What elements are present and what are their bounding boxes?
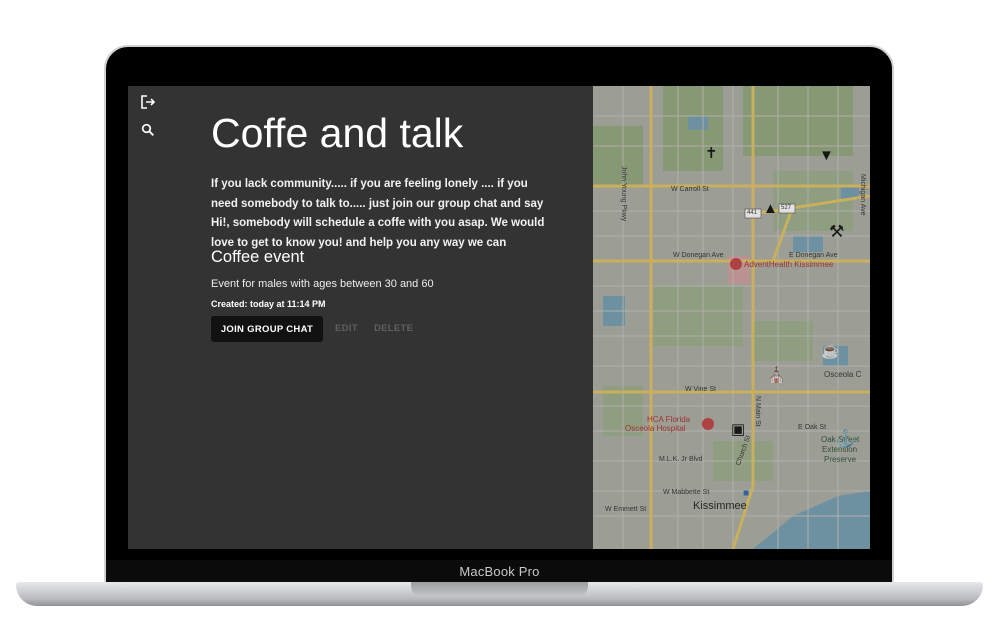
delete-button[interactable]: DELETE <box>374 323 413 334</box>
event-group-description: If you lack community..... if you are fe… <box>211 178 545 249</box>
event-panel: Coffe and talk If you lack community....… <box>128 86 593 549</box>
edit-button[interactable]: EDIT <box>335 323 358 334</box>
map-overlay <box>593 86 870 549</box>
search-icon[interactable] <box>140 122 156 138</box>
logout-icon[interactable] <box>140 94 156 110</box>
join-group-chat-button[interactable]: JOIN GROUP CHAT <box>211 316 323 342</box>
created-timestamp: Created: today at 11:14 PM <box>211 299 326 309</box>
page-title: Coffe and talk <box>211 110 464 156</box>
event-description: Event for males with ages between 30 and… <box>211 278 434 290</box>
laptop-notch <box>411 582 588 596</box>
event-title: Coffee event <box>211 248 305 266</box>
laptop-brand-label: MacBook Pro <box>459 564 540 579</box>
screen: Coffe and talk If you lack community....… <box>128 86 870 549</box>
map[interactable]: 441 527 W Carroll St W Donegan Ave E Don… <box>593 86 870 549</box>
